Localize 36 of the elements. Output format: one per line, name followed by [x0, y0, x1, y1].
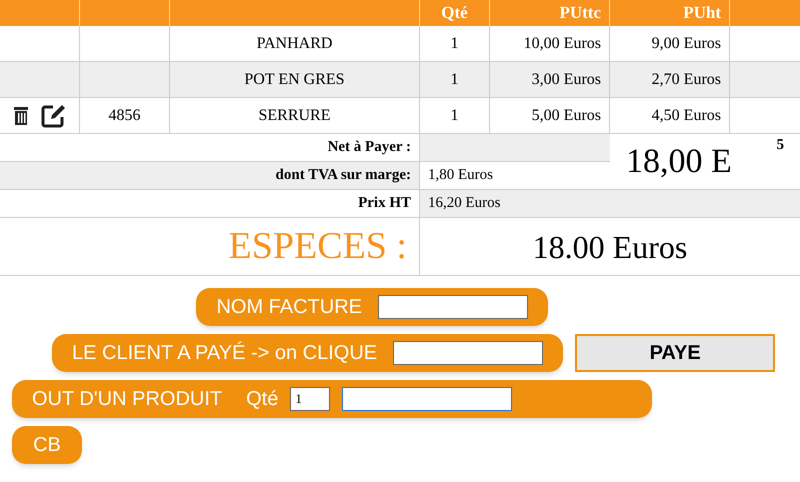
bar-label: LE CLIENT A PAYÉ -> on CLIQUE	[72, 340, 378, 366]
pay-button[interactable]: PAYE	[575, 334, 776, 372]
bar-label: OUT D'UN PRODUIT	[32, 387, 222, 412]
summary-label: dont TVA sur marge:	[276, 166, 411, 186]
table-cell-text: SERRURE	[258, 106, 330, 126]
column-header: PUttc	[559, 2, 601, 24]
table-cell-text: PANHARD	[256, 34, 332, 54]
table-cell-text: 5	[776, 136, 784, 155]
table-cell-text: 9,00 Euros	[652, 34, 721, 54]
table-cell-text: 4856	[108, 106, 140, 126]
table-cell-text: 5,00 Euros	[532, 106, 601, 126]
table-cell-text: POT EN GRES	[244, 70, 345, 90]
bar-label: NOM FACTURE	[216, 295, 362, 320]
table-cell-text: 2,70 Euros	[652, 70, 721, 90]
summary-value: 1,80 Euros	[428, 166, 493, 186]
table-cell-text: 1	[450, 106, 458, 126]
table-cell-text: 4,50 Euros	[652, 106, 721, 126]
table-cell-text: 1	[450, 70, 458, 90]
qty-field[interactable]: 1	[290, 387, 330, 411]
nom-facture-field[interactable]	[378, 295, 528, 319]
column-header: PUht	[683, 2, 721, 24]
net-total: 18,00 E	[626, 142, 732, 182]
column-header: Qté	[441, 2, 468, 24]
summary-label: Net à Payer :	[328, 138, 411, 158]
payment-field[interactable]	[393, 341, 544, 365]
table-cell-text: 3,00 Euros	[532, 70, 601, 90]
qty-label: Qté	[246, 387, 278, 412]
product-field[interactable]	[342, 387, 512, 411]
summary-value: 16,20 Euros	[428, 194, 500, 214]
table-cell-text: 1	[450, 34, 458, 54]
table-cell-text: 10,00 Euros	[524, 34, 601, 54]
edit-icon[interactable]	[40, 104, 66, 128]
trash-icon[interactable]	[12, 106, 28, 126]
payment-amount: 18.00 Euros	[532, 228, 688, 266]
payment-mode: ESPECES :	[228, 224, 407, 269]
summary-label: Prix HT	[358, 194, 411, 214]
